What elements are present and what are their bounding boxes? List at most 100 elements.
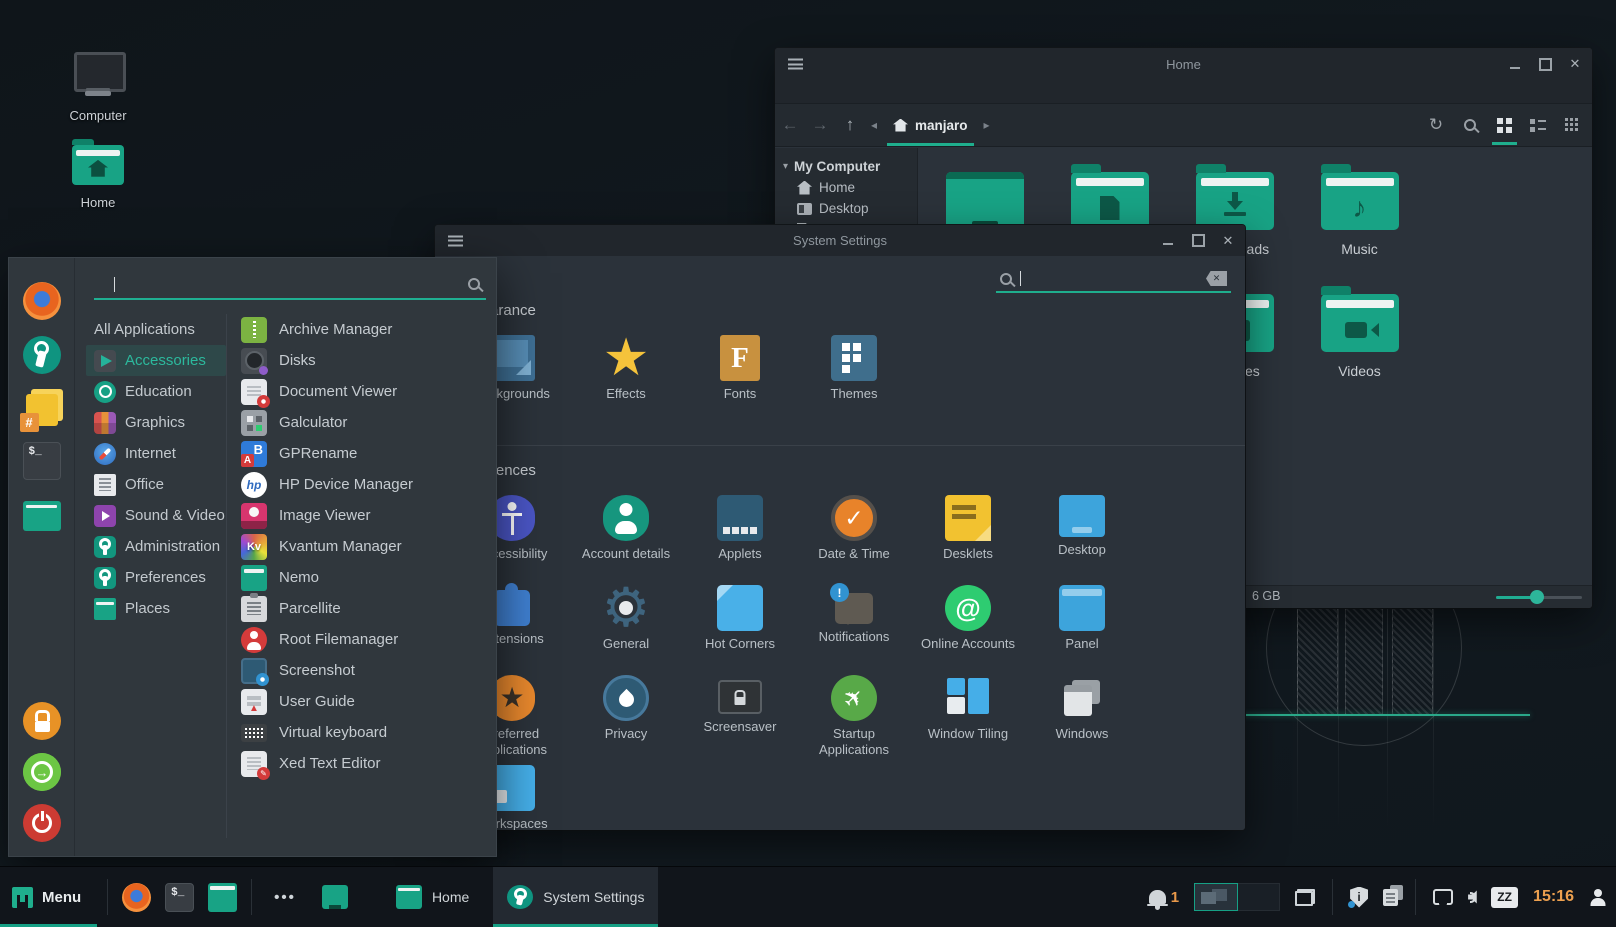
clear-search-icon[interactable]: [1206, 271, 1227, 286]
settings-item[interactable]: General: [569, 585, 683, 675]
minimize-button[interactable]: [1508, 57, 1522, 71]
settings-item[interactable]: Notifications: [797, 585, 911, 675]
favorite-app-icon[interactable]: [23, 501, 61, 531]
close-button[interactable]: [1568, 57, 1582, 71]
fm-titlebar[interactable]: Home: [775, 48, 1592, 80]
session-button-icon[interactable]: [23, 804, 61, 842]
favorite-app-icon[interactable]: [26, 394, 58, 426]
category-item[interactable]: Preferences: [86, 562, 226, 593]
collapse-triangle-icon[interactable]: ▾: [783, 161, 788, 172]
breadcrumb-right-chevron-icon[interactable]: ▸: [978, 118, 996, 132]
settings-item[interactable]: Online Accounts: [911, 585, 1025, 675]
category-item[interactable]: Graphics: [86, 407, 226, 438]
favorite-app-icon[interactable]: [23, 442, 61, 480]
launcher-icon[interactable]: [208, 883, 237, 912]
keyboard-layout-badge[interactable]: ZZ: [1491, 887, 1518, 908]
category-item[interactable]: Accessories: [86, 345, 226, 376]
minimize-button[interactable]: [1161, 234, 1175, 248]
app-menu-item[interactable]: GPRename: [241, 438, 490, 469]
workspace-1-active[interactable]: [1194, 883, 1238, 911]
fm-folder[interactable]: Videos: [1297, 286, 1422, 408]
fm-sidebar-item[interactable]: Home: [775, 177, 917, 198]
app-menu-item[interactable]: Kvantum Manager: [241, 531, 490, 562]
category-item[interactable]: Sound & Video: [86, 500, 226, 531]
settings-search-input[interactable]: [996, 266, 1231, 293]
app-menu-item[interactable]: Galculator: [241, 407, 490, 438]
settings-item[interactable]: Fonts: [683, 335, 797, 439]
close-button[interactable]: [1221, 234, 1235, 248]
menu-search-input[interactable]: [94, 270, 486, 300]
settings-item[interactable]: Themes: [797, 335, 911, 439]
settings-item[interactable]: Window Tiling: [911, 675, 1025, 765]
fm-folder[interactable]: Music: [1297, 164, 1422, 286]
breadcrumb-left-chevron-icon[interactable]: ◂: [865, 118, 883, 132]
app-menu-item[interactable]: Screenshot: [241, 655, 490, 686]
settings-item[interactable]: Desktop: [1025, 495, 1139, 585]
fm-sidebar-item[interactable]: Desktop: [775, 198, 917, 219]
settings-item[interactable]: Privacy: [569, 675, 683, 765]
category-item[interactable]: Internet: [86, 438, 226, 469]
settings-item[interactable]: Startup Applications: [797, 675, 911, 765]
grouped-windows-button[interactable]: •••: [262, 889, 308, 906]
fm-sidebar-section[interactable]: ▾ My Computer: [775, 156, 917, 177]
app-menu-item[interactable]: Disks: [241, 345, 490, 376]
search-icon[interactable]: [1460, 115, 1480, 135]
settings-item[interactable]: Windows: [1025, 675, 1139, 765]
user-icon[interactable]: [1589, 889, 1606, 906]
settings-item[interactable]: Account details: [569, 495, 683, 585]
clock[interactable]: 15:16: [1533, 888, 1574, 906]
app-menu-item[interactable]: User Guide: [241, 686, 490, 717]
workspace-switcher[interactable]: [1194, 883, 1280, 911]
settings-item[interactable]: Screensaver: [683, 675, 797, 765]
desktop-icon[interactable]: Home: [58, 145, 138, 210]
forward-icon[interactable]: →: [805, 115, 835, 135]
settings-item[interactable]: Desklets: [911, 495, 1025, 585]
category-item[interactable]: All Applications: [86, 314, 226, 345]
launcher-icon[interactable]: [122, 883, 151, 912]
menu-button[interactable]: Menu: [0, 867, 97, 927]
settings-item[interactable]: Effects: [569, 335, 683, 439]
app-menu-item[interactable]: Root Filemanager: [241, 624, 490, 655]
list-view-icon[interactable]: [1528, 115, 1548, 135]
volume-applet[interactable]: [1468, 890, 1476, 904]
notification-applet[interactable]: 1: [1149, 889, 1179, 906]
firewall-shield-icon[interactable]: [1350, 887, 1368, 908]
settings-item[interactable]: Panel: [1025, 585, 1139, 675]
app-menu-item[interactable]: Document Viewer: [241, 376, 490, 407]
settings-item[interactable]: Date & Time: [797, 495, 911, 585]
settings-titlebar[interactable]: System Settings: [435, 225, 1245, 256]
display-icon[interactable]: [1433, 889, 1453, 905]
grid-view-icon[interactable]: [1494, 115, 1514, 135]
app-menu-item[interactable]: Nemo: [241, 562, 490, 593]
window-button[interactable]: [308, 867, 382, 927]
maximize-button[interactable]: [1538, 57, 1552, 71]
category-item[interactable]: Administration: [86, 531, 226, 562]
app-menu-item[interactable]: Image Viewer: [241, 500, 490, 531]
app-menu-item[interactable]: HP Device Manager: [241, 469, 490, 500]
hamburger-icon[interactable]: [448, 235, 463, 246]
app-menu-item[interactable]: Parcellite: [241, 593, 490, 624]
zoom-slider-handle[interactable]: [1530, 590, 1544, 604]
app-menu-item[interactable]: Archive Manager: [241, 314, 490, 345]
app-menu-item[interactable]: Virtual keyboard: [241, 717, 490, 748]
clipboard-icon[interactable]: [1383, 889, 1398, 906]
app-menu-item[interactable]: Xed Text Editor: [241, 748, 490, 779]
compact-view-icon[interactable]: [1562, 115, 1582, 135]
back-icon[interactable]: ←: [775, 115, 805, 135]
session-button-icon[interactable]: [23, 753, 61, 791]
category-item[interactable]: Education: [86, 376, 226, 407]
launcher-icon[interactable]: [165, 883, 194, 912]
breadcrumb[interactable]: manjaro: [883, 104, 978, 146]
settings-item[interactable]: Applets: [683, 495, 797, 585]
category-item[interactable]: Places: [86, 593, 226, 624]
window-button[interactable]: System Settings: [493, 867, 658, 927]
window-list-icon[interactable]: [1295, 889, 1315, 906]
window-button[interactable]: Home: [382, 867, 493, 927]
favorite-app-icon[interactable]: [23, 336, 61, 374]
maximize-button[interactable]: [1191, 234, 1205, 248]
favorite-app-icon[interactable]: [23, 282, 61, 320]
category-item[interactable]: Office: [86, 469, 226, 500]
settings-item[interactable]: Hot Corners: [683, 585, 797, 675]
workspace-2[interactable]: [1238, 883, 1281, 911]
zoom-slider[interactable]: [1496, 590, 1582, 604]
